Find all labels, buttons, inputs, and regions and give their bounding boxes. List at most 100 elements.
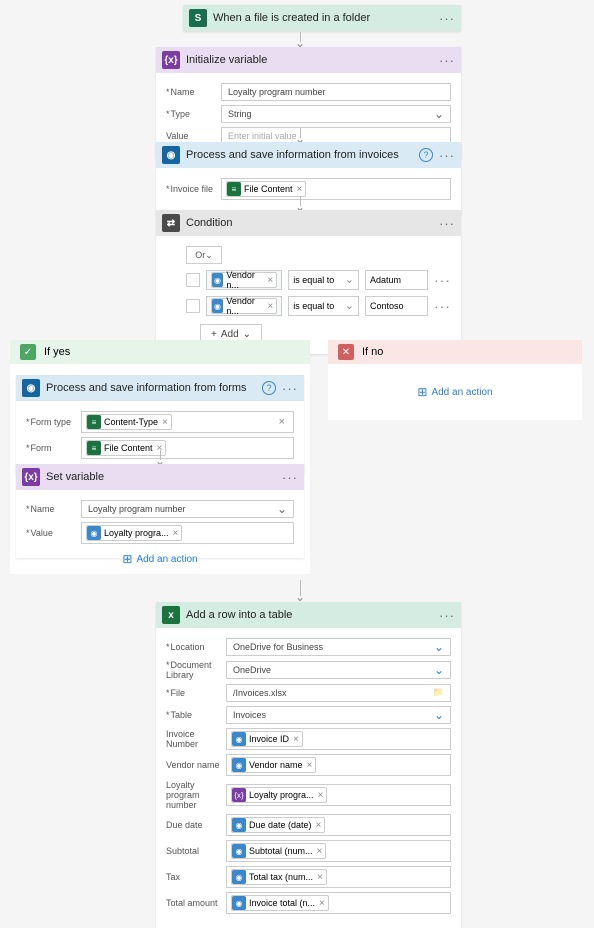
excel-column-row: Due date ◉Due date (date)× <box>166 814 451 836</box>
remove-token[interactable]: × <box>162 417 168 428</box>
condition-card[interactable]: ⇄ Condition ··· Or ⌄ ◉Vendor n...× is eq… <box>156 210 461 354</box>
cond-value-input[interactable]: Adatum <box>365 270 428 290</box>
label-form: Form <box>26 443 81 453</box>
chip-icon: {x} <box>232 788 246 802</box>
token[interactable]: ◉Subtotal (num...× <box>231 843 326 859</box>
remove-token[interactable]: × <box>318 790 324 801</box>
ai-forms-title: Process and save information from forms <box>46 382 262 394</box>
token[interactable]: ◉Invoice total (n...× <box>231 895 329 911</box>
cond-field[interactable]: ◉Vendor n...× <box>206 296 283 316</box>
set-var-card[interactable]: {x} Set variable ··· Name Loyalty progra… <box>16 464 304 558</box>
remove-token[interactable]: × <box>297 184 303 195</box>
row-menu[interactable]: ··· <box>434 272 451 288</box>
remove-token[interactable]: × <box>319 898 325 909</box>
excel-card[interactable]: x Add a row into a table ··· Location On… <box>156 602 461 928</box>
excel-col-input[interactable]: ◉Total tax (num...× <box>226 866 451 888</box>
excel-column-row: Vendor name◉Vendor name× <box>166 754 451 776</box>
remove-token[interactable]: × <box>316 820 322 831</box>
if-no-label: If no <box>362 346 383 358</box>
menu-dots[interactable]: ··· <box>282 381 298 396</box>
ai-icon: ◉ <box>22 379 40 397</box>
info-icon[interactable]: ? <box>419 148 433 162</box>
excel-col-input[interactable]: ◉Invoice total (n...× <box>226 892 451 914</box>
name-select[interactable]: Loyalty program number <box>81 500 294 518</box>
label-value: Value <box>26 528 81 538</box>
token-file-content[interactable]: ≡ File Content × <box>226 181 306 197</box>
label-type: Type <box>166 109 221 119</box>
remove-token[interactable]: × <box>267 301 273 312</box>
row-checkbox[interactable] <box>186 299 200 313</box>
menu-dots[interactable]: ··· <box>439 11 455 26</box>
cond-op-select[interactable]: is equal to <box>288 270 359 290</box>
remove-token[interactable]: × <box>317 846 323 857</box>
row-menu[interactable]: ··· <box>434 298 451 314</box>
clear-icon[interactable]: × <box>279 416 285 428</box>
remove-token[interactable]: × <box>293 734 299 745</box>
excel-col-label: Due date <box>166 820 226 830</box>
chip-icon: ◉ <box>212 299 224 313</box>
add-action-link[interactable]: Add an action <box>417 385 492 399</box>
ai-invoices-card[interactable]: ◉ Process and save information from invo… <box>156 142 461 214</box>
label-invoice-file: Invoice file <box>166 184 221 194</box>
chip-icon: ≡ <box>227 182 241 196</box>
arrow-down: ⌄ <box>292 32 308 46</box>
excel-col-input[interactable]: ◉Subtotal (num...× <box>226 840 451 862</box>
excel-col-input[interactable]: ◉Vendor name× <box>226 754 451 776</box>
trigger-card[interactable]: S When a file is created in a folder ··· <box>183 5 461 31</box>
info-icon[interactable]: ? <box>262 381 276 395</box>
add-action-link[interactable]: Add an action <box>122 552 197 566</box>
excel-col-label: Tax <box>166 872 226 882</box>
cond-value-input[interactable]: Contoso <box>365 296 428 316</box>
condition-row: ◉Vendor n...× is equal to Contoso ··· <box>166 296 451 316</box>
yes-add-action-wrap: Add an action <box>10 552 310 566</box>
set-var-title: Set variable <box>46 471 282 483</box>
menu-dots[interactable]: ··· <box>439 148 455 163</box>
token-loyalty[interactable]: ◉ Loyalty progra... × <box>86 525 182 541</box>
form-input[interactable]: ≡ File Content × <box>81 437 294 459</box>
token[interactable]: ◉Due date (date)× <box>231 817 325 833</box>
menu-dots[interactable]: ··· <box>282 470 298 485</box>
menu-dots[interactable]: ··· <box>439 608 455 623</box>
excel-col-input[interactable]: ◉Invoice ID× <box>226 728 451 750</box>
label-doclib: Document Library <box>166 660 226 680</box>
excel-column-row: Loyalty program number{x}Loyalty progra.… <box>166 780 451 810</box>
chip-icon: ≡ <box>87 415 101 429</box>
file-picker[interactable]: /Invoices.xlsx <box>226 684 451 702</box>
cond-field[interactable]: ◉Vendor n...× <box>206 270 283 290</box>
trigger-title: When a file is created in a folder <box>213 12 439 24</box>
row-checkbox[interactable] <box>186 273 200 287</box>
condition-icon: ⇄ <box>162 214 180 232</box>
token-content-type[interactable]: ≡ Content-Type × <box>86 414 172 430</box>
cond-op-select[interactable]: is equal to <box>288 296 359 316</box>
remove-token[interactable]: × <box>173 528 179 539</box>
ai-icon: ◉ <box>162 146 180 164</box>
excel-col-input[interactable]: {x}Loyalty progra...× <box>226 784 451 806</box>
group-op-select[interactable]: Or ⌄ <box>186 246 222 264</box>
excel-col-input[interactable]: ◉Due date (date)× <box>226 814 451 836</box>
label-name: Name <box>26 504 81 514</box>
doclib-select[interactable]: OneDrive <box>226 661 451 679</box>
excel-column-row: Total amount◉Invoice total (n...× <box>166 892 451 914</box>
token[interactable]: ◉Invoice ID× <box>231 731 303 747</box>
remove-token[interactable]: × <box>267 275 273 286</box>
name-input[interactable]: Loyalty program number <box>221 83 451 101</box>
value-input[interactable]: ◉ Loyalty progra... × <box>81 522 294 544</box>
remove-token[interactable]: × <box>317 872 323 883</box>
remove-token[interactable]: × <box>307 760 313 771</box>
check-icon: ✓ <box>20 344 36 360</box>
arrow-down: ⌄ <box>292 580 308 600</box>
token[interactable]: {x}Loyalty progra...× <box>231 787 327 803</box>
condition-title: Condition <box>186 217 439 229</box>
token[interactable]: ◉Total tax (num...× <box>231 869 327 885</box>
menu-dots[interactable]: ··· <box>439 216 455 231</box>
label-file: File <box>166 688 226 698</box>
form-type-input[interactable]: ≡ Content-Type × × <box>81 411 294 433</box>
table-select[interactable]: Invoices <box>226 706 451 724</box>
token[interactable]: ◉Vendor name× <box>231 757 316 773</box>
location-select[interactable]: OneDrive for Business <box>226 638 451 656</box>
arrow-down: ⌄ <box>152 450 168 464</box>
type-select[interactable]: String <box>221 105 451 123</box>
invoice-file-input[interactable]: ≡ File Content × <box>221 178 451 200</box>
menu-dots[interactable]: ··· <box>439 53 455 68</box>
variable-icon: {x} <box>162 51 180 69</box>
